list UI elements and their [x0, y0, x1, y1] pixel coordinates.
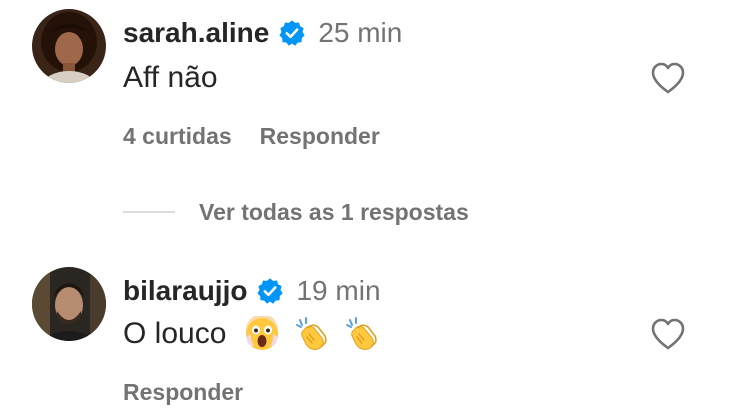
comment-item: sarah.aline 25 min Aff não 4 curtidas Re…: [0, 0, 750, 180]
view-replies-label: Ver todas as 1 respostas: [199, 198, 469, 225]
heart-outline-icon[interactable]: [650, 61, 686, 95]
comment-actions: 4 curtidas Responder: [123, 121, 380, 151]
view-replies-button[interactable]: Ver todas as 1 respostas: [123, 196, 469, 228]
face-screaming-emoji-icon: [244, 316, 280, 352]
heart-outline-icon[interactable]: [650, 317, 686, 351]
comment-header: sarah.aline 25 min: [123, 16, 402, 50]
comment-item: bilaraujjo 19 min O louco Responder: [0, 260, 750, 420]
likes-count[interactable]: 4 curtidas: [123, 123, 232, 150]
clapping-hands-emoji-icon: [344, 316, 380, 352]
comment-text-content: O louco: [123, 317, 227, 350]
avatar[interactable]: [32, 9, 106, 83]
reply-button[interactable]: Responder: [260, 123, 380, 150]
timestamp: 19 min: [296, 275, 381, 306]
comment-header: bilaraujjo 19 min: [123, 274, 381, 308]
comment-text-content: Aff não: [123, 61, 218, 94]
replies-divider: [123, 211, 175, 213]
comment-text: O louco: [123, 314, 380, 354]
avatar[interactable]: [32, 267, 106, 341]
comment-actions: Responder: [123, 377, 243, 407]
timestamp: 25 min: [318, 17, 403, 48]
verified-badge-icon: [278, 19, 306, 47]
username[interactable]: bilaraujjo: [123, 275, 247, 307]
comment-text: Aff não: [123, 58, 218, 98]
clapping-hands-emoji-icon: [294, 316, 330, 352]
username[interactable]: sarah.aline: [123, 17, 269, 49]
verified-badge-icon: [256, 277, 284, 305]
reply-button[interactable]: Responder: [123, 379, 243, 406]
